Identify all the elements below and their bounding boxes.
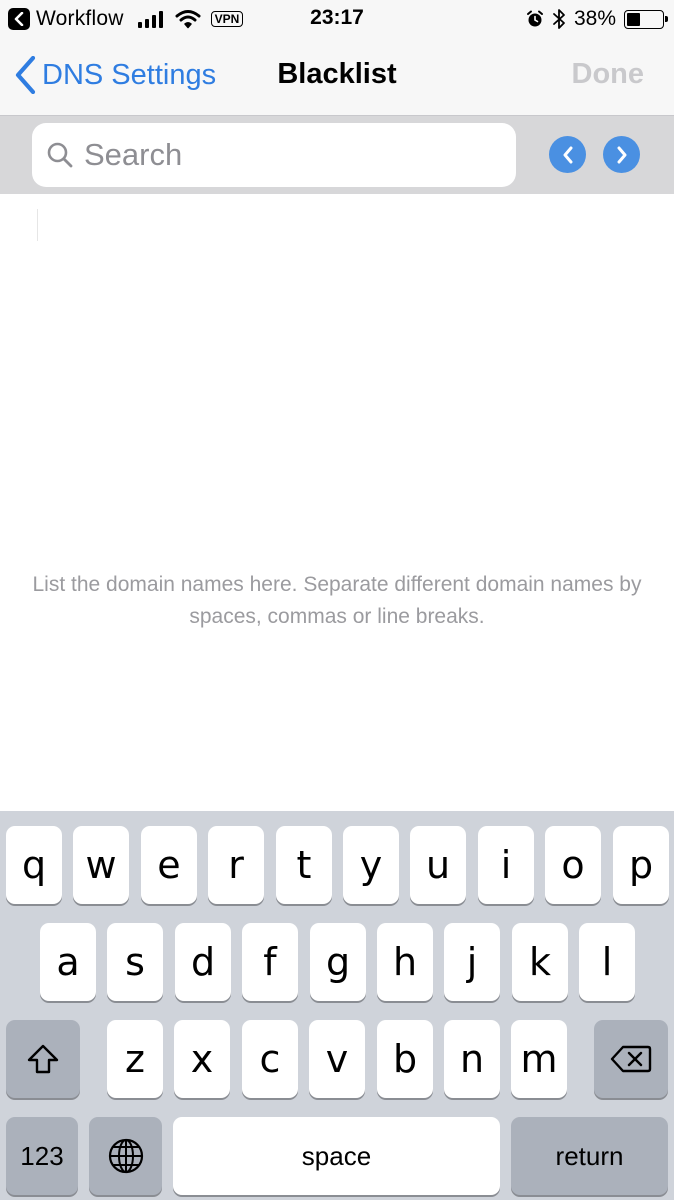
key-z[interactable]: z [107,1020,163,1098]
key-u[interactable]: u [410,826,466,904]
key-k[interactable]: k [512,923,568,1001]
key-c[interactable]: c [242,1020,298,1098]
search-icon [47,142,73,168]
key-y[interactable]: y [343,826,399,904]
key-w[interactable]: w [73,826,129,904]
key-m[interactable]: m [511,1020,567,1098]
status-right: 38% [526,5,668,33]
chevron-left-icon [15,56,36,94]
key-f[interactable]: f [242,923,298,1001]
globe-icon [108,1138,143,1174]
battery-fill [627,12,640,26]
key-b[interactable]: b [377,1020,433,1098]
key-x[interactable]: x [174,1020,230,1098]
previous-match-button[interactable] [549,136,586,173]
key-p[interactable]: p [613,826,669,904]
key-d[interactable]: d [175,923,231,1001]
key-o[interactable]: o [545,826,601,904]
key-l[interactable]: l [579,923,635,1001]
page-title: Blacklist [277,58,397,90]
globe-key[interactable] [89,1117,162,1195]
text-caret [37,209,38,241]
shift-key[interactable] [6,1020,80,1098]
key-a[interactable]: a [40,923,96,1001]
back-button-label[interactable]: DNS Settings [42,59,216,92]
keyboard: 123 space return qwertyuiop asdfghjkl zxcv… [0,811,674,1200]
status-bar: Workflow VPN 23:17 38% [0,0,674,38]
back-button[interactable]: DNS Settings [14,56,216,94]
navigation-bar: DNS Settings Blacklist Done [0,38,674,115]
numbers-key[interactable]: 123 [6,1117,78,1195]
search-field[interactable] [32,123,516,187]
backspace-icon [610,1045,652,1073]
done-button[interactable]: Done [572,58,645,91]
search-input[interactable] [84,137,484,173]
key-s[interactable]: s [107,923,163,1001]
key-j[interactable]: j [444,923,500,1001]
shift-icon [27,1044,59,1074]
return-key[interactable]: return [511,1117,668,1195]
key-r[interactable]: r [208,826,264,904]
chevron-right-icon [617,146,626,163]
alarm-icon [526,10,543,27]
editor-hint: List the domain names here. Separate dif… [32,573,642,628]
key-g[interactable]: g [310,923,366,1001]
key-q[interactable]: q [6,826,62,904]
space-key[interactable]: space [173,1117,500,1195]
key-t[interactable]: t [276,826,332,904]
key-v[interactable]: v [309,1020,365,1098]
domain-text-editor[interactable]: List the domain names here. Separate dif… [0,194,674,811]
chevron-left-icon [563,146,572,163]
key-e[interactable]: e [141,826,197,904]
search-bar [0,115,674,194]
next-match-button[interactable] [603,136,640,173]
key-n[interactable]: n [444,1020,500,1098]
battery-percentage: 38% [573,7,616,30]
key-h[interactable]: h [377,923,433,1001]
key-i[interactable]: i [478,826,534,904]
battery-icon [624,9,668,29]
backspace-key[interactable] [594,1020,668,1098]
bluetooth-icon [553,9,565,29]
